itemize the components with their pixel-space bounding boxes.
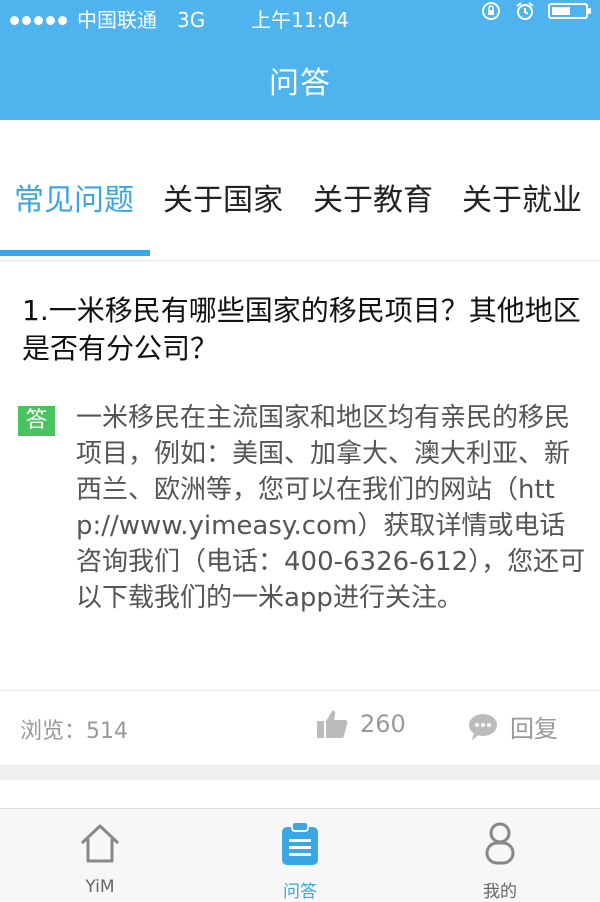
alarm-icon bbox=[516, 2, 534, 20]
answer-text: 一米移民在主流国家和地区均有亲民的移民项目，例如：美国、加拿大、澳大利亚、新西兰… bbox=[76, 403, 586, 613]
reply-label: 回复 bbox=[510, 715, 558, 743]
bottom-tab-yim[interactable]: YiM bbox=[0, 809, 200, 901]
next-question-card[interactable] bbox=[0, 780, 600, 808]
tab-about-employment[interactable]: 关于就业 bbox=[462, 175, 582, 219]
bottom-tab-bar: YiM 问答 我的 bbox=[0, 808, 600, 902]
home-icon bbox=[80, 824, 120, 863]
bottom-tab-label: 我的 bbox=[483, 882, 517, 902]
bottom-tab-label: 问答 bbox=[283, 882, 317, 902]
active-tab-indicator bbox=[0, 250, 150, 256]
question-meta-row: 浏览：514 260 回复 bbox=[0, 690, 600, 766]
bottom-tab-label: YiM bbox=[85, 877, 115, 897]
question-title[interactable]: 1.一米移民有哪些国家的移民项目？其他地区是否有分公司？ bbox=[22, 292, 587, 368]
person-icon bbox=[485, 822, 515, 865]
thumbs-up-icon bbox=[317, 710, 348, 738]
category-tabs: 常见问题 关于国家 关于教育 关于就业 bbox=[0, 120, 600, 261]
like-button[interactable]: 260 bbox=[316, 709, 406, 739]
list-divider bbox=[0, 765, 600, 780]
status-bar: 中国联通 3G 上午11:04 bbox=[0, 0, 600, 40]
tab-about-education[interactable]: 关于教育 bbox=[313, 175, 433, 219]
battery-icon bbox=[548, 3, 591, 19]
clipboard-icon bbox=[282, 821, 318, 865]
answer-badge: 答 bbox=[18, 406, 55, 436]
status-right bbox=[480, 0, 591, 22]
like-count: 260 bbox=[360, 710, 406, 738]
bottom-tab-qa[interactable]: 问答 bbox=[200, 809, 400, 902]
bottom-tab-mine[interactable]: 我的 bbox=[400, 809, 600, 902]
reply-button[interactable]: 回复 bbox=[468, 709, 558, 744]
rotation-lock-icon bbox=[482, 2, 500, 20]
top-bar: 中国联通 3G 上午11:04 问答 bbox=[0, 0, 600, 120]
view-count: 浏览：514 bbox=[20, 719, 128, 744]
comment-bubble-icon bbox=[469, 713, 497, 740]
tab-about-country[interactable]: 关于国家 bbox=[163, 175, 283, 219]
tab-faq[interactable]: 常见问题 bbox=[14, 175, 134, 219]
page-title: 问答 bbox=[269, 66, 331, 101]
